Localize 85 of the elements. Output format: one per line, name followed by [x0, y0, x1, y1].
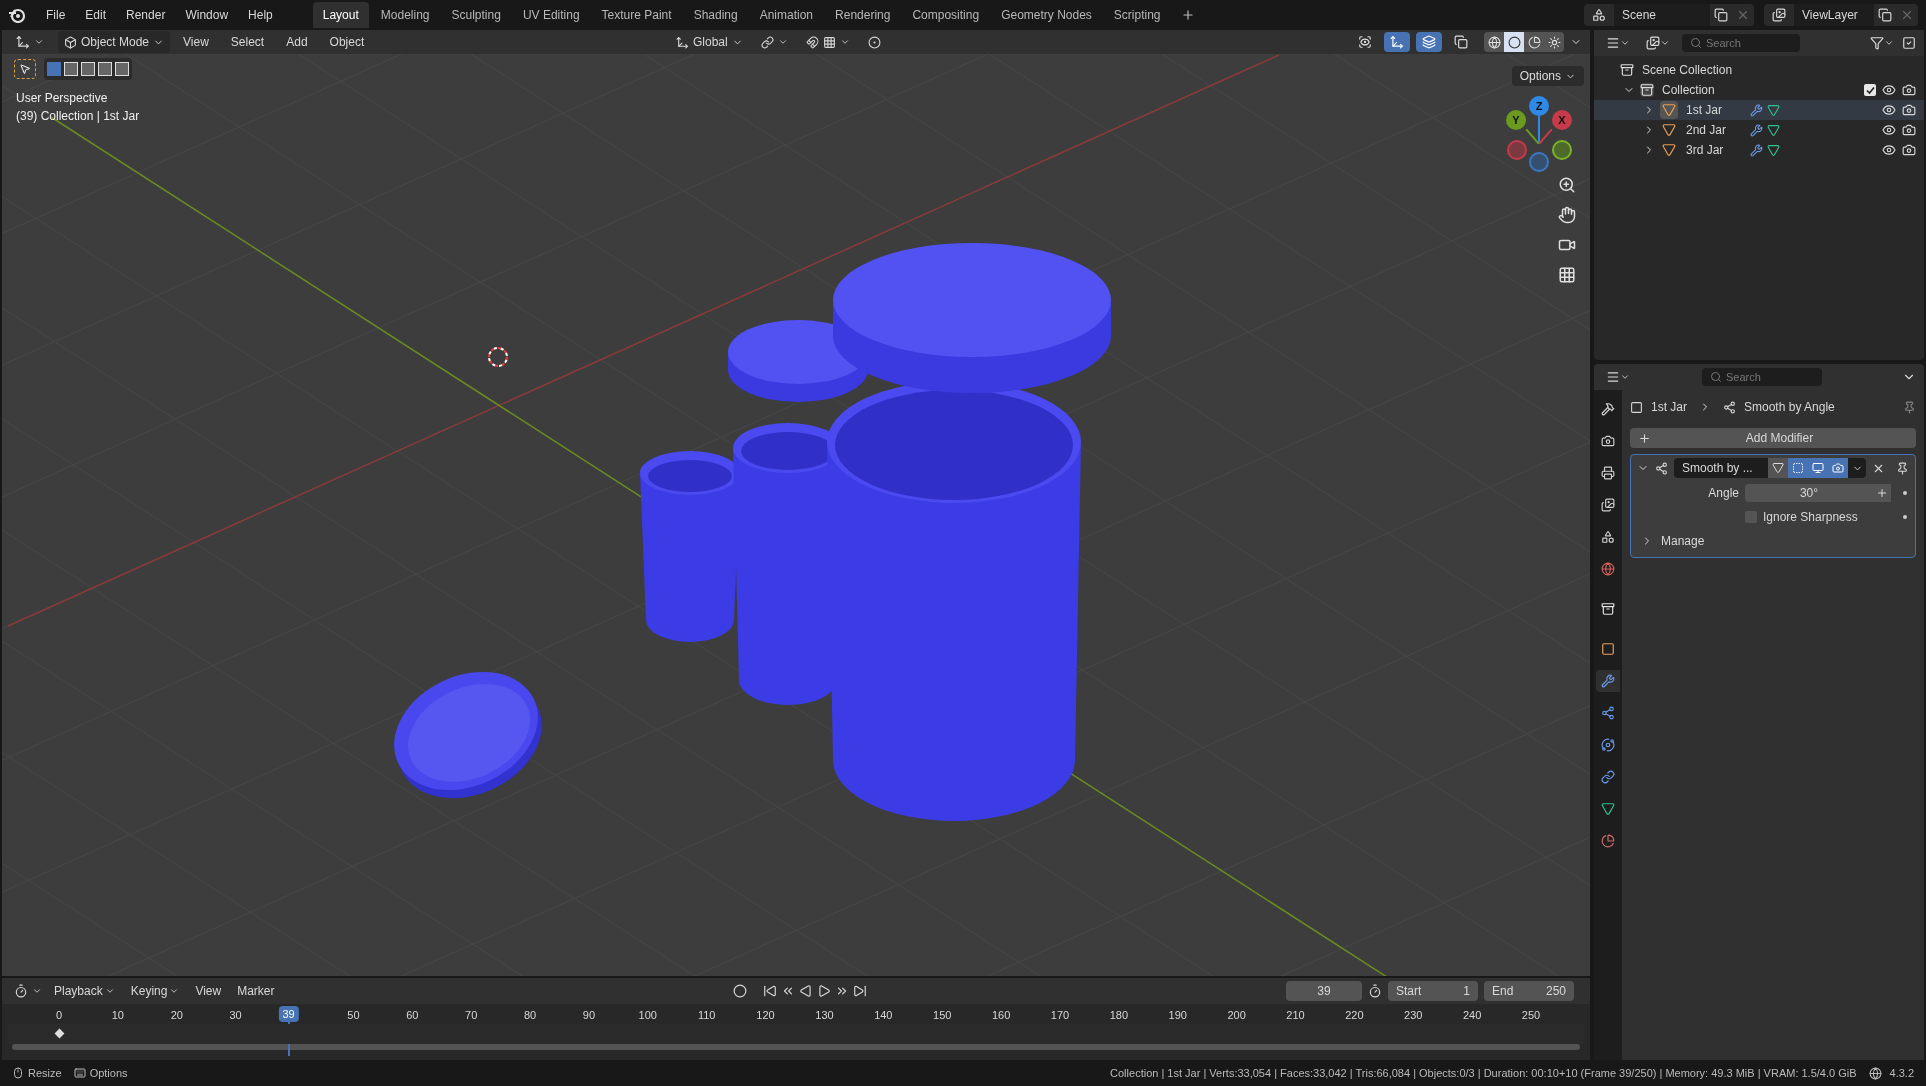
- view-layer-field[interactable]: ViewLayer: [1794, 4, 1874, 26]
- start-field[interactable]: Start 1: [1388, 981, 1478, 1001]
- frame-tick-label: 150: [933, 1008, 952, 1023]
- frame-tick-label: 110: [697, 1008, 716, 1023]
- menu-item[interactable]: Help: [240, 6, 281, 24]
- frame-tick-label: 30: [229, 1008, 242, 1023]
- workspace-tab[interactable]: UV Editing: [512, 2, 590, 28]
- frame-tick-label: 0: [55, 1008, 63, 1023]
- subpanel-header[interactable]: Manage: [1661, 532, 1705, 550]
- frame-tick-label: 120: [756, 1008, 775, 1023]
- frame-tick-label: 210: [1286, 1008, 1305, 1023]
- add-modifier-button[interactable]: Add Modifier: [1630, 428, 1916, 448]
- menu-item[interactable]: Render: [118, 6, 174, 24]
- scene-field[interactable]: Scene: [1614, 4, 1710, 26]
- angle-label: Angle: [1707, 485, 1739, 502]
- tree-item-label[interactable]: Collection: [1662, 81, 1720, 99]
- tree-item-label[interactable]: 1st Jar: [1686, 101, 1744, 119]
- breadcrumb-modifier: Smooth by Angle: [1744, 399, 1835, 416]
- frame-tick-label: 160: [991, 1008, 1011, 1023]
- frame-tick-label: 230: [1404, 1008, 1423, 1023]
- menu-item[interactable]: Object: [320, 33, 374, 51]
- menu-item[interactable]: View: [174, 33, 218, 51]
- menu-item[interactable]: Add: [277, 33, 317, 51]
- menu-dropdown[interactable]: View: [187, 982, 230, 1000]
- field-label: End: [1492, 983, 1514, 1000]
- frame-tick-label: 100: [638, 1008, 657, 1023]
- angle-field[interactable]: 30°: [1745, 484, 1873, 502]
- current-frame-field[interactable]: 39: [1286, 981, 1362, 1001]
- workspace-tab[interactable]: Texture Paint: [591, 2, 682, 28]
- modifier-name-field[interactable]: Smooth by ...: [1674, 458, 1768, 478]
- menu-item[interactable]: File: [38, 6, 74, 24]
- workspace-tab[interactable]: Layout: [312, 2, 369, 28]
- status-hint: Options: [89, 1065, 128, 1081]
- workspace-tab[interactable]: Modeling: [370, 2, 440, 28]
- tree-item-label[interactable]: 3rd Jar: [1686, 141, 1744, 159]
- menu-dropdown[interactable]: Keying: [122, 982, 188, 1000]
- workspace-tab[interactable]: Scripting: [1103, 2, 1171, 28]
- orientation-dropdown[interactable]: Global: [670, 31, 749, 53]
- search-field[interactable]: Search: [1682, 34, 1800, 52]
- version-label: 4.3.2: [1889, 1065, 1914, 1081]
- workspace-tab[interactable]: Animation: [749, 2, 824, 28]
- placeholder: Search: [1706, 35, 1741, 51]
- view-name: User Perspective: [16, 90, 108, 107]
- frame-tick-label: 130: [815, 1008, 834, 1023]
- search-field[interactable]: Search: [1702, 368, 1822, 386]
- tree-item-label[interactable]: 2nd Jar: [1686, 121, 1744, 139]
- frame-tick-label: 10: [111, 1008, 124, 1023]
- workspace-tab[interactable]: Rendering: [825, 2, 901, 28]
- frame-tick-label: 20: [170, 1008, 183, 1023]
- menu-dropdown[interactable]: Marker: [229, 982, 283, 1000]
- menu-item[interactable]: Select: [221, 33, 274, 51]
- frame-tick-label: 250: [1521, 1008, 1541, 1023]
- scene-statistics: Collection | 1st Jar | Verts:33,054 | Faces:33,042 | Tris:66,084 | Objects:0/3 | Duration: 00:10+10 (Frame 39/250) | Memory: 49.3 MiB | VRAM: 1.5/4.0 GiB: [1110, 1065, 1857, 1081]
- frame-tick-label: 140: [874, 1008, 893, 1023]
- view-info: (39) Collection | 1st Jar: [16, 108, 140, 125]
- workspace-tab[interactable]: Sculpting: [441, 2, 511, 28]
- frame-tick-label: 80: [523, 1008, 537, 1023]
- workspace-tab[interactable]: Geometry Nodes: [991, 2, 1102, 28]
- tree-item-label[interactable]: Scene Collection: [1642, 61, 1733, 79]
- frame-tick-label: 220: [1345, 1008, 1364, 1023]
- playhead-marker[interactable]: 39: [278, 1006, 299, 1022]
- placeholder: Search: [1726, 369, 1761, 385]
- field-value: 1: [1463, 983, 1470, 1000]
- frame-tick-label: 90: [582, 1008, 596, 1023]
- workspace-tab[interactable]: Compositing: [902, 2, 990, 28]
- frame-tick-label: 50: [347, 1008, 360, 1023]
- frame-tick-label: 70: [465, 1008, 478, 1023]
- frame-tick-label: 60: [406, 1008, 419, 1023]
- breadcrumb-object: 1st Jar: [1651, 399, 1687, 416]
- end-field[interactable]: End 250: [1484, 981, 1574, 1001]
- field-value: 250: [1545, 983, 1566, 1000]
- menu-item[interactable]: Edit: [77, 6, 115, 24]
- frame-tick-label: 170: [1050, 1008, 1070, 1023]
- mode-dropdown[interactable]: Object Mode: [58, 31, 171, 53]
- menu-item[interactable]: Window: [177, 6, 237, 24]
- frame-tick-label: 240: [1462, 1008, 1482, 1023]
- status-hint: Resize: [28, 1065, 62, 1081]
- menu-dropdown[interactable]: Playback: [46, 982, 123, 1000]
- frame-tick-label: 190: [1168, 1008, 1187, 1023]
- workspace-tab[interactable]: Shading: [683, 2, 748, 28]
- frame-tick-label: 200: [1227, 1008, 1246, 1023]
- field-label: Start: [1396, 983, 1422, 1000]
- frame-tick-label: 180: [1109, 1008, 1128, 1023]
- checkbox-label[interactable]: Ignore Sharpness: [1763, 508, 1858, 526]
- options-dropdown[interactable]: Options: [1511, 66, 1584, 86]
